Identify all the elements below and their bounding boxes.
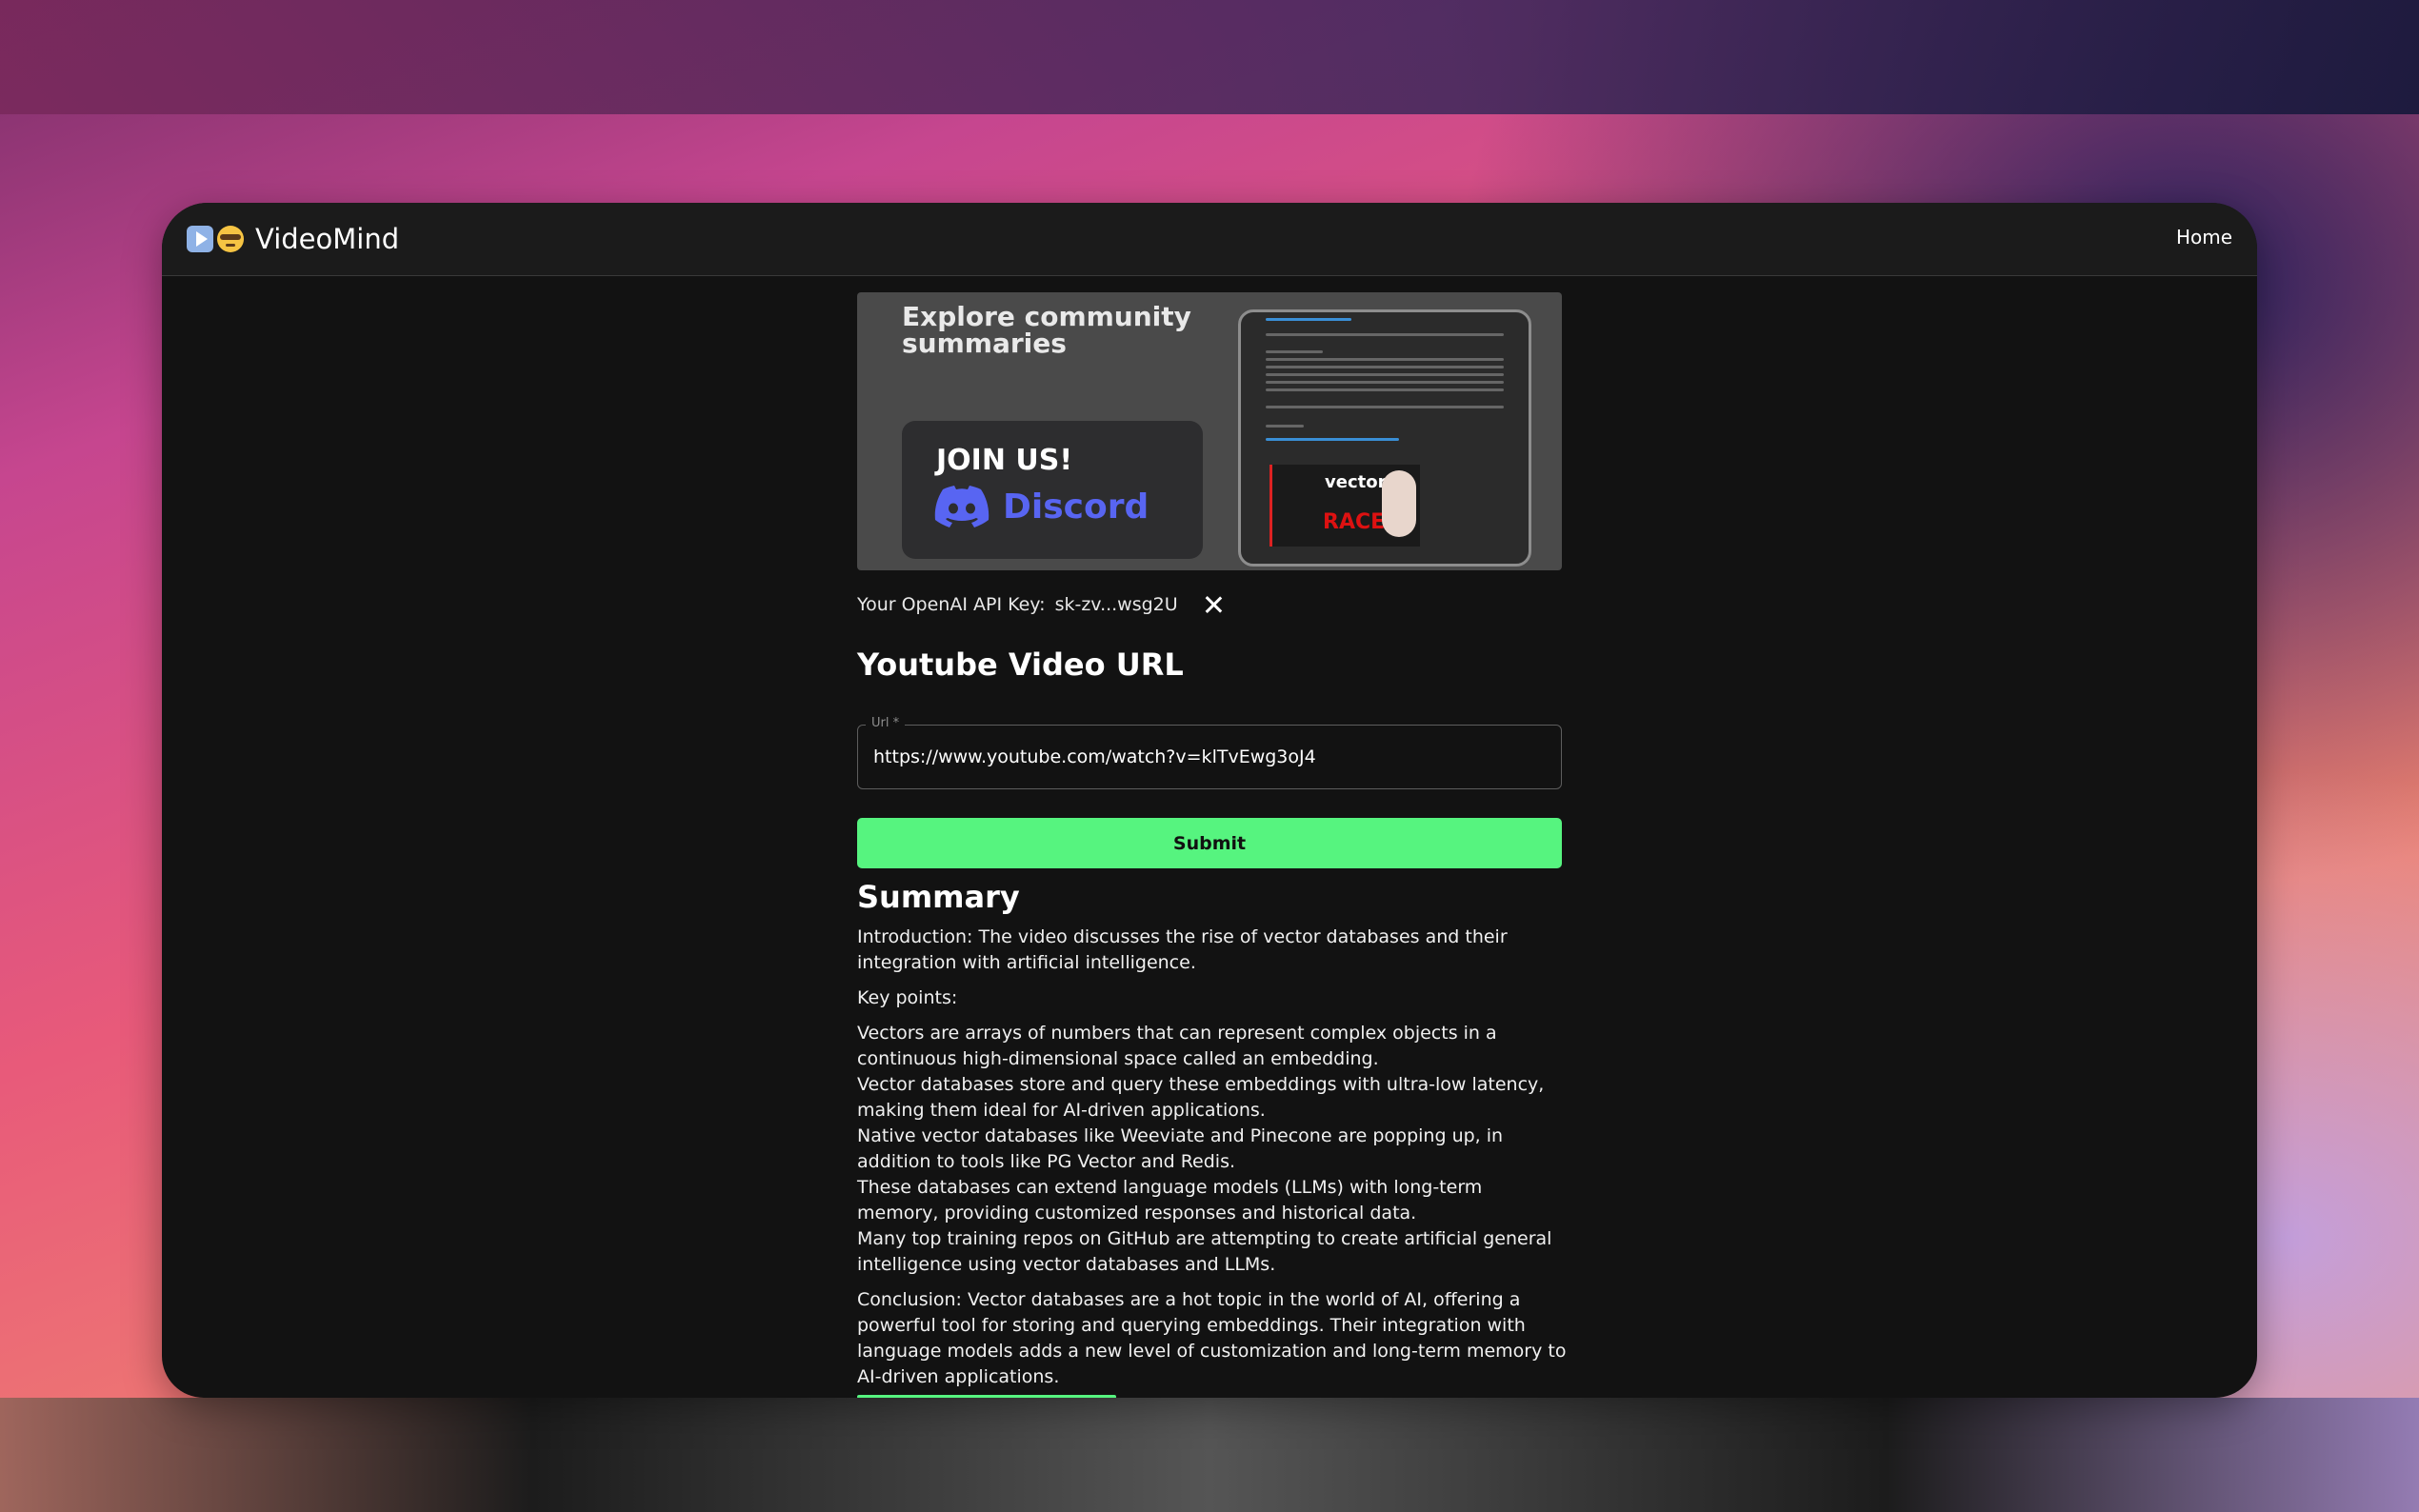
app-window: VideoMind Home Explore community summari… [162, 203, 2257, 1398]
top-backdrop-band [0, 0, 2419, 114]
list-item: Vector databases store and query these e… [857, 1074, 1545, 1121]
submit-button[interactable]: Submit [857, 818, 1562, 868]
list-item: Many top training repos on GitHub are at… [857, 1228, 1552, 1275]
join-us-text: JOIN US! [936, 444, 1073, 477]
youtube-url-heading: Youtube Video URL [857, 647, 1184, 683]
summary-intro: Introduction: The video discusses the ri… [857, 926, 1508, 973]
discord-join-card[interactable]: JOIN US! Discord [902, 421, 1203, 559]
api-key-row: Your OpenAI API Key: sk-zv...wsg2U [857, 591, 1224, 618]
community-banner[interactable]: Explore community summaries JOIN US! Dis… [857, 292, 1562, 570]
summary-preview-image: vector RACE [1238, 309, 1531, 567]
navbar: VideoMind Home [162, 203, 2257, 276]
play-button-icon [187, 226, 213, 252]
nerd-face-icon [217, 226, 244, 252]
summary-body: Introduction: The video discusses the ri… [857, 925, 1567, 1398]
video-thumbnail: vector RACE [1269, 465, 1420, 547]
api-key-label: Your OpenAI API Key: [857, 594, 1046, 615]
summary-heading: Summary [857, 879, 1020, 915]
discord-icon [934, 486, 990, 527]
brand[interactable]: VideoMind [187, 220, 399, 258]
banner-title: Explore community summaries [902, 301, 1191, 359]
discord-logo: Discord [934, 486, 1149, 527]
summary-conclusion: Conclusion: Vector databases are a hot t… [857, 1289, 1567, 1387]
close-icon[interactable] [1203, 594, 1224, 615]
list-item: These databases can extend language mode… [857, 1177, 1483, 1224]
partially-visible-button[interactable] [857, 1395, 1116, 1398]
home-link[interactable]: Home [2176, 226, 2232, 249]
bottom-backdrop-band [0, 1398, 2419, 1512]
app-title: VideoMind [255, 223, 400, 255]
url-input[interactable]: Url * https://www.youtube.com/watch?v=kl… [857, 716, 1562, 789]
discord-wordmark: Discord [1003, 487, 1150, 527]
api-key-value: sk-zv...wsg2U [1054, 594, 1178, 615]
list-item: Vectors are arrays of numbers that can r… [857, 1023, 1497, 1069]
key-points-list: Vectors are arrays of numbers that can r… [857, 1021, 1567, 1278]
list-item: Native vector databases like Weeviate an… [857, 1125, 1504, 1172]
url-field-label: Url * [866, 716, 906, 730]
url-input-value[interactable]: https://www.youtube.com/watch?v=klTvEwg3… [873, 746, 1316, 767]
key-points-label: Key points: [857, 987, 958, 1008]
